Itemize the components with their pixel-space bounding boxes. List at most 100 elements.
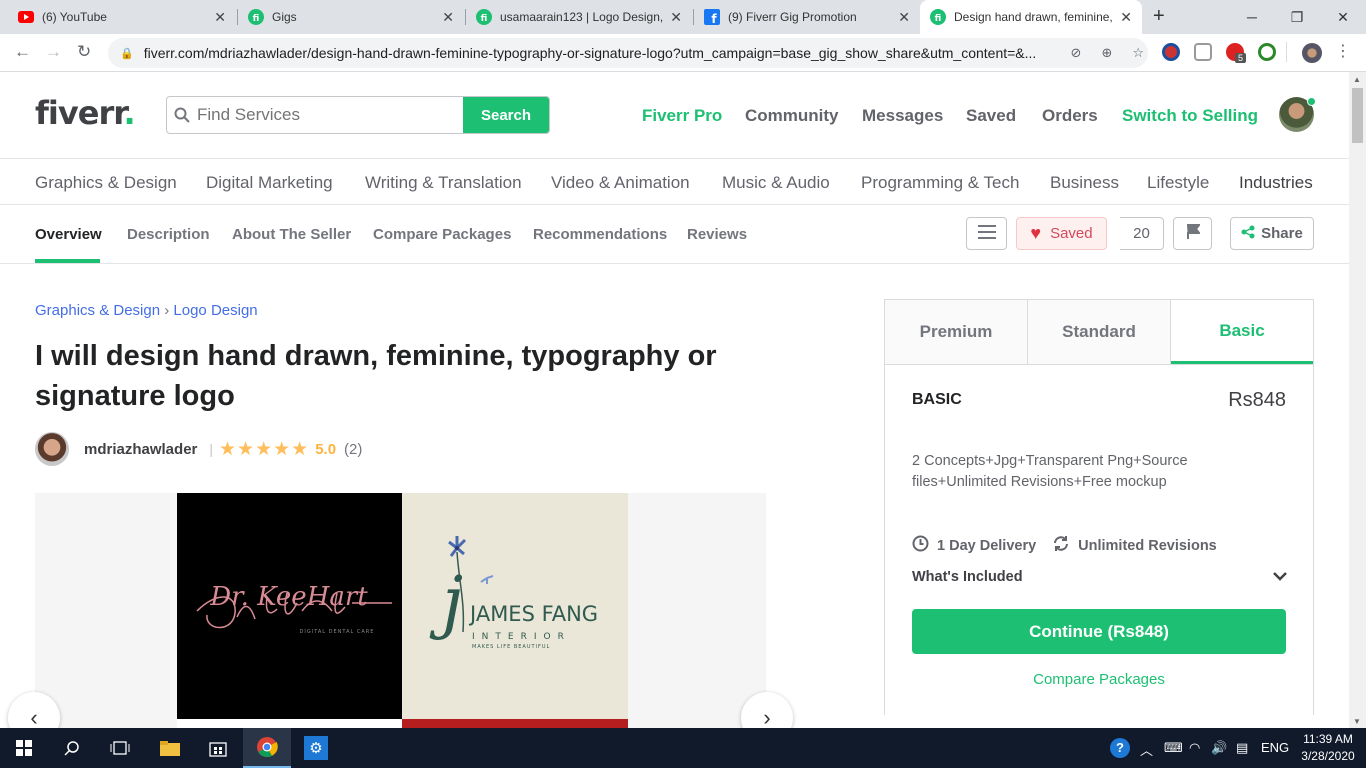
tab-about-seller[interactable]: About The Seller <box>232 226 351 243</box>
whats-included-toggle[interactable]: What's Included <box>912 569 1287 585</box>
nav-fiverr-pro[interactable]: Fiverr Pro <box>642 106 722 126</box>
share-button[interactable]: Share <box>1230 217 1314 250</box>
tray-chevron-up-icon[interactable]: ︿ <box>1140 740 1153 759</box>
seller-name[interactable]: mdriazhawlader <box>84 441 197 458</box>
package-tab-basic[interactable]: Basic <box>1171 300 1313 364</box>
package-tabs: Premium Standard Basic <box>885 300 1313 365</box>
settings-gear-icon[interactable]: ⚙ <box>292 728 340 768</box>
volume-icon[interactable]: 🔊 <box>1211 740 1227 756</box>
profile-avatar[interactable] <box>1302 43 1322 63</box>
nav-switch-to-selling[interactable]: Switch to Selling <box>1122 106 1258 126</box>
file-explorer-icon[interactable] <box>146 728 194 768</box>
tab-youtube[interactable]: (6) YouTube ✕ <box>8 0 236 34</box>
nav-messages[interactable]: Messages <box>862 106 943 126</box>
package-tab-standard[interactable]: Standard <box>1028 300 1171 364</box>
user-avatar[interactable] <box>1279 97 1316 132</box>
system-clock[interactable]: 11:39 AM 3/28/2020 <box>1300 731 1356 765</box>
task-view-icon[interactable] <box>96 728 144 768</box>
nav-saved[interactable]: Saved <box>966 106 1016 126</box>
lock-icon: 🔒 <box>120 47 134 60</box>
action-center-icon[interactable]: ▤ <box>1236 740 1248 756</box>
flag-icon <box>1186 224 1201 243</box>
search-input[interactable] <box>197 97 463 133</box>
page-scrollbar[interactable]: ▲ ▼ <box>1349 72 1366 728</box>
chrome-taskbar-icon[interactable] <box>243 728 291 768</box>
collections-menu-button[interactable] <box>966 217 1007 250</box>
category-industries[interactable]: Industries <box>1239 173 1313 193</box>
forward-icon[interactable]: → <box>45 42 62 62</box>
scrollbar-thumb[interactable] <box>1352 88 1363 143</box>
wifi-icon[interactable]: ◠ <box>1189 740 1200 756</box>
category-graphics-design[interactable]: Graphics & Design <box>35 173 177 193</box>
compare-packages-link[interactable]: Compare Packages <box>885 671 1313 688</box>
close-icon[interactable]: ✕ <box>670 9 682 26</box>
gallery-image-drkeehart[interactable]: Dr. KeeHart DIGITAL DENTAL CARE <box>177 493 402 719</box>
nav-orders[interactable]: Orders <box>1042 106 1098 126</box>
tab-description[interactable]: Description <box>127 226 210 243</box>
bookmark-star-icon[interactable]: ☆ <box>1132 45 1144 61</box>
close-icon[interactable]: ✕ <box>442 9 454 26</box>
search-icon[interactable] <box>48 728 96 768</box>
input-method-icon[interactable]: ⌨ <box>1164 740 1183 756</box>
address-bar[interactable]: 🔒 fiverr.com/mdriazhawlader/design-hand-… <box>108 38 1148 68</box>
nav-community[interactable]: Community <box>745 106 839 126</box>
tab-reviews[interactable]: Reviews <box>687 226 747 243</box>
package-name: BASIC <box>912 391 962 408</box>
saved-button[interactable]: ♥ Saved <box>1016 217 1107 250</box>
tab-facebook[interactable]: f (9) Fiverr Gig Promotion ✕ <box>694 0 920 34</box>
restore-icon[interactable]: ❐ <box>1274 0 1320 34</box>
package-price: Rs848 <box>1228 389 1286 411</box>
extension-circle-icon[interactable] <box>1258 43 1276 61</box>
tab-recommendations[interactable]: Recommendations <box>533 226 667 243</box>
extension-icon[interactable] <box>1162 43 1180 61</box>
new-tab-button[interactable]: + <box>1153 5 1165 28</box>
help-icon[interactable]: ? <box>1110 738 1130 758</box>
category-music-audio[interactable]: Music & Audio <box>722 173 830 193</box>
category-video-animation[interactable]: Video & Animation <box>551 173 690 193</box>
browser-toolbar: ← → ↻ 🔒 fiverr.com/mdriazhawlader/design… <box>0 34 1366 72</box>
category-digital-marketing[interactable]: Digital Marketing <box>206 173 333 193</box>
language-indicator[interactable]: ENG <box>1261 740 1289 755</box>
tab-compare-packages[interactable]: Compare Packages <box>373 226 511 243</box>
menu-kebab-icon[interactable]: ⋮ <box>1335 41 1351 61</box>
category-lifestyle[interactable]: Lifestyle <box>1147 173 1209 193</box>
breadcrumb-graphics-design[interactable]: Graphics & Design <box>35 302 160 319</box>
reload-icon[interactable]: ↻ <box>77 42 91 62</box>
gig-gallery: Dr. KeeHart DIGITAL DENTAL CARE j JAMES … <box>35 493 766 728</box>
fiverr-icon: fi <box>248 9 264 25</box>
windows-start-icon[interactable] <box>0 728 48 768</box>
back-icon[interactable]: ← <box>14 42 31 62</box>
category-programming-tech[interactable]: Programming & Tech <box>861 173 1019 193</box>
breadcrumb-logo-design[interactable]: Logo Design <box>173 302 257 319</box>
shield-icon[interactable] <box>1194 43 1212 61</box>
category-writing-translation[interactable]: Writing & Translation <box>365 173 522 193</box>
gallery-image-jamesfang[interactable]: j JAMES FANG INTERIOR MAKES LIFE BEAUTIF… <box>402 493 628 728</box>
close-icon[interactable]: ✕ <box>898 9 910 26</box>
facebook-icon: f <box>704 9 720 25</box>
package-description: 2 Concepts+Jpg+Transparent Png+Source fi… <box>912 453 1188 490</box>
logo-title: JAMES FANG <box>468 602 598 626</box>
tab-overview[interactable]: Overview <box>35 226 102 243</box>
package-tab-premium[interactable]: Premium <box>885 300 1028 364</box>
search-button[interactable]: Search <box>463 97 549 133</box>
continue-button[interactable]: Continue (Rs848) <box>912 609 1286 654</box>
seller-avatar[interactable] <box>35 432 69 466</box>
gig-title: I will design hand drawn, feminine, typo… <box>35 340 717 412</box>
category-business[interactable]: Business <box>1050 173 1119 193</box>
zoom-icon[interactable]: ⊕ <box>1101 45 1112 61</box>
fiverr-logo[interactable]: fiverr. <box>35 94 136 132</box>
close-icon[interactable]: ✕ <box>1120 9 1132 26</box>
cookie-blocked-icon[interactable]: ⊘ <box>1071 45 1082 61</box>
svg-text:fi: fi <box>253 14 260 24</box>
minimize-icon[interactable]: ─ <box>1229 0 1275 34</box>
tab-gigs[interactable]: fi Gigs ✕ <box>238 0 464 34</box>
tab-gig-active[interactable]: fi Design hand drawn, feminine, ✕ <box>920 0 1142 34</box>
close-icon[interactable]: ✕ <box>214 9 226 26</box>
store-icon[interactable] <box>194 728 242 768</box>
report-flag-button[interactable] <box>1173 217 1212 250</box>
window-close-icon[interactable]: ✕ <box>1320 0 1366 34</box>
svg-text:fi: fi <box>935 14 942 24</box>
seller-overview: mdriazhawlader | ★★★★★ 5.0 (2) <box>35 432 362 466</box>
tab-usamaarain[interactable]: fi usamaarain123 | Logo Design, ✕ <box>466 0 692 34</box>
review-count[interactable]: (2) <box>344 441 362 458</box>
